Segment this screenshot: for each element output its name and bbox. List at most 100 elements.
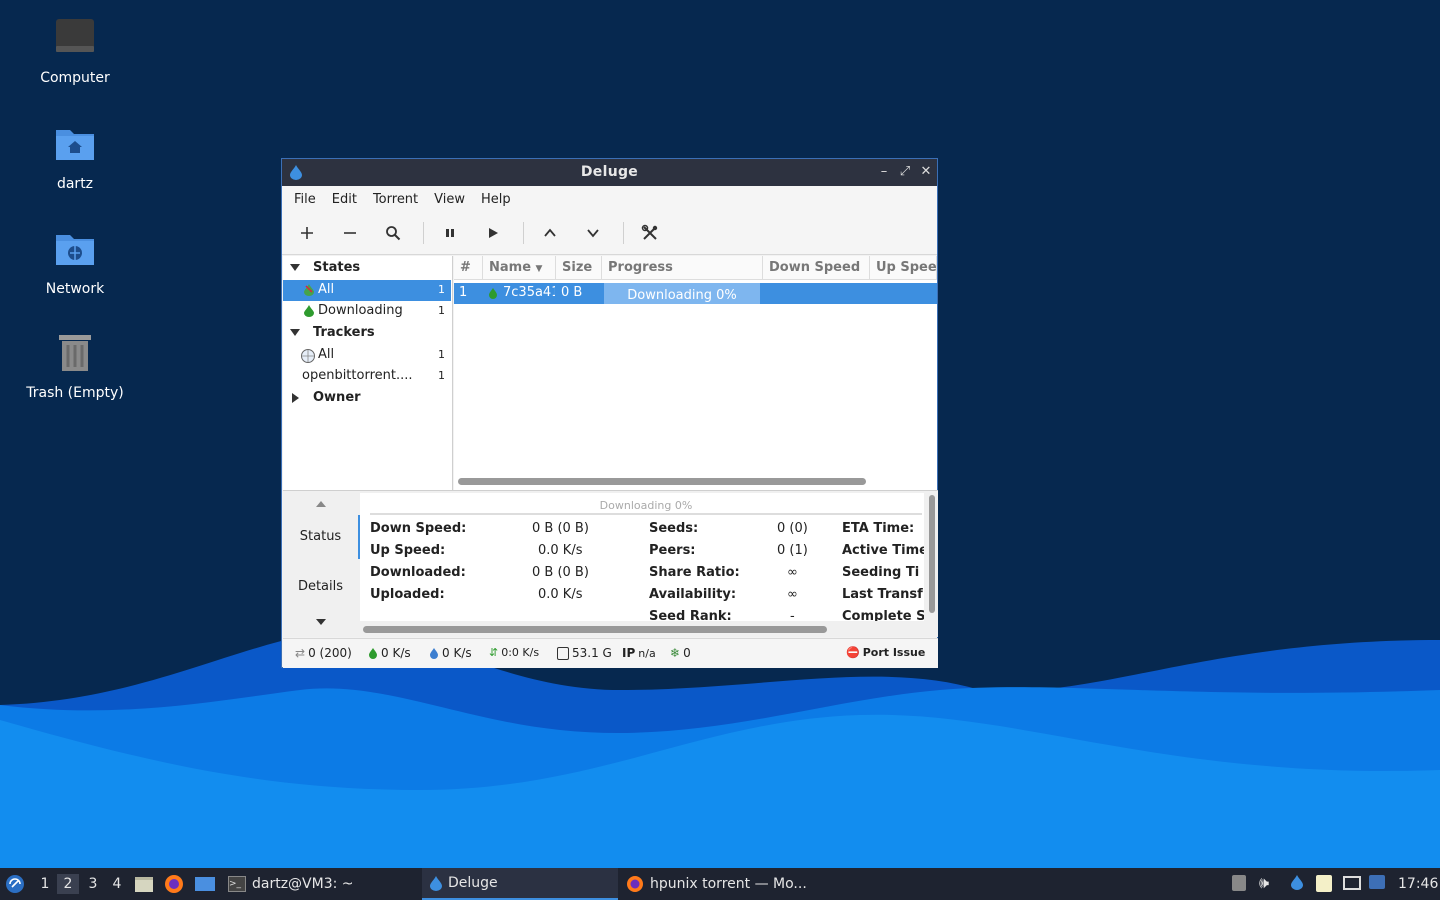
start-menu-icon[interactable] [5, 874, 25, 894]
tab-status[interactable]: Status [283, 515, 361, 559]
downloading-icon [489, 288, 497, 299]
detail-label: Up Speed: [370, 543, 446, 558]
plus-icon [301, 227, 313, 239]
queue-down-button[interactable] [581, 221, 605, 245]
firefox-icon[interactable] [164, 874, 184, 894]
desktop-icon-computer[interactable]: Computer [10, 16, 140, 86]
sidebar-item-states-all[interactable]: All 1 [283, 280, 451, 301]
column-header-up-speed[interactable]: Up Spee [870, 256, 937, 280]
detail-label: Last Transf [842, 587, 923, 602]
task-deluge[interactable]: Deluge [422, 868, 618, 900]
clipboard-icon[interactable] [1316, 875, 1332, 892]
menu-help[interactable]: Help [473, 192, 519, 207]
updates-icon[interactable] [1369, 875, 1385, 889]
torrent-progress-bar: Downloading 0% [604, 283, 760, 304]
table-row[interactable]: 1 7c35a41 0 B Downloading 0% [454, 283, 937, 304]
task-terminal[interactable]: >_ dartz@VM3: ~ [222, 868, 418, 900]
statusbar: ⇄ 0 (200) 0 K/s 0 K/s ⇵ 0:0 K/s 53.1 G I… [283, 638, 938, 668]
scroll-down-icon[interactable] [315, 618, 327, 626]
tab-details[interactable]: Details [283, 579, 358, 594]
horizontal-scrollbar[interactable] [363, 626, 827, 633]
window-titlebar[interactable]: Deluge – ⤢ ✕ [282, 159, 937, 186]
column-header-down-speed[interactable]: Down Speed [763, 256, 870, 280]
connections-status[interactable]: ⇄ 0 (200) [295, 646, 352, 660]
protocol-traffic-status[interactable]: ⇵ 0:0 K/s [489, 646, 539, 659]
sidebar-header-states[interactable]: States [283, 258, 451, 279]
workspace-1[interactable]: 1 [34, 874, 56, 894]
task-firefox[interactable]: hpunix torrent — Mo... [622, 868, 822, 900]
sidebar-item-trackers-all[interactable]: All 1 [283, 345, 451, 366]
details-pane: Status Details Downloading 0% Down Speed… [283, 490, 938, 637]
all-states-icon [304, 284, 314, 296]
expander-down-icon [290, 264, 300, 271]
file-manager-icon[interactable] [134, 875, 154, 893]
warning-icon: ⛔ [846, 646, 860, 659]
sidebar-item-downloading[interactable]: Downloading 1 [283, 301, 451, 322]
minimize-button[interactable]: – [875, 163, 893, 181]
external-ip-status[interactable]: IP n/a [622, 646, 656, 660]
queue-up-button[interactable] [538, 221, 562, 245]
globe-icon [301, 349, 315, 363]
notification-tray-icon[interactable] [1232, 875, 1246, 891]
free-space-status[interactable]: 53.1 G [557, 646, 612, 660]
detail-value: ∞ [787, 587, 798, 602]
sidebar-header-owner[interactable]: Owner [283, 388, 451, 409]
details-tabs: Status Details [283, 491, 361, 637]
firefox-icon [627, 876, 643, 892]
menu-file[interactable]: File [286, 192, 324, 207]
sidebar-item-tracker-openbittorrent[interactable]: openbittorrent.... 1 [283, 366, 451, 387]
vertical-scrollbar[interactable] [929, 495, 935, 613]
home-folder-icon [56, 130, 94, 160]
desktop-icon-trash[interactable]: Trash (Empty) [10, 331, 140, 401]
show-desktop-icon[interactable] [194, 875, 216, 893]
remove-torrent-button[interactable] [338, 221, 362, 245]
sort-down-icon: ▼ [535, 264, 543, 274]
deluge-tray-icon[interactable] [1291, 875, 1303, 891]
detail-label: Active Time [842, 543, 924, 558]
find-button[interactable] [381, 221, 405, 245]
detail-label: Peers: [649, 543, 696, 558]
menu-torrent[interactable]: Torrent [365, 192, 426, 207]
workspace-2[interactable]: 2 [57, 874, 79, 894]
horizontal-scrollbar[interactable] [458, 478, 866, 485]
workspace-4[interactable]: 4 [106, 874, 128, 894]
pause-button[interactable] [438, 221, 462, 245]
menu-edit[interactable]: Edit [324, 192, 365, 207]
upload-speed-status[interactable]: 0 K/s [429, 646, 472, 660]
scroll-up-icon[interactable] [315, 500, 327, 508]
detail-value: 0.0 K/s [538, 543, 583, 558]
dht-status[interactable]: ❄ 0 [670, 646, 691, 660]
column-header-number[interactable]: # [454, 256, 483, 280]
torrent-list: # Name ▼ Size Progress Down Speed Up Spe… [454, 256, 937, 490]
maximize-button[interactable]: ⤢ [896, 163, 914, 181]
menubar: File Edit Torrent View Help [282, 186, 937, 212]
add-torrent-button[interactable] [295, 221, 319, 245]
column-header-name[interactable]: Name ▼ [483, 256, 556, 280]
download-icon [369, 647, 377, 659]
desktop-icon-label: dartz [56, 176, 94, 192]
detail-value: ∞ [787, 565, 798, 580]
toolbar [282, 212, 937, 255]
torrent-size: 0 B [561, 285, 583, 300]
menu-view[interactable]: View [426, 192, 473, 207]
column-header-progress[interactable]: Progress [602, 256, 763, 280]
preferences-button[interactable] [638, 221, 662, 245]
detail-label: Seeding Ti [842, 565, 920, 580]
workspace-3[interactable]: 3 [82, 874, 104, 894]
desktop-icon-home-folder[interactable]: dartz [10, 122, 140, 192]
network-tray-icon[interactable] [1343, 876, 1361, 890]
computer-icon [56, 19, 94, 52]
port-issue-status[interactable]: ⛔ Port Issue [846, 646, 925, 659]
close-button[interactable]: ✕ [917, 163, 935, 181]
sidebar-header-trackers[interactable]: Trackers [283, 323, 451, 344]
disk-icon [557, 646, 569, 660]
connections-icon: ⇄ [295, 646, 306, 660]
desktop-icon-network[interactable]: Network [10, 227, 140, 297]
minus-icon [344, 232, 356, 234]
details-progress-bar: Downloading 0% [370, 499, 922, 515]
volume-icon[interactable]: 🕪 [1259, 873, 1269, 893]
download-speed-status[interactable]: 0 K/s [368, 646, 411, 660]
resume-button[interactable] [481, 221, 505, 245]
column-header-size[interactable]: Size [556, 256, 602, 280]
detail-value: 0 B (0 B) [532, 521, 589, 536]
